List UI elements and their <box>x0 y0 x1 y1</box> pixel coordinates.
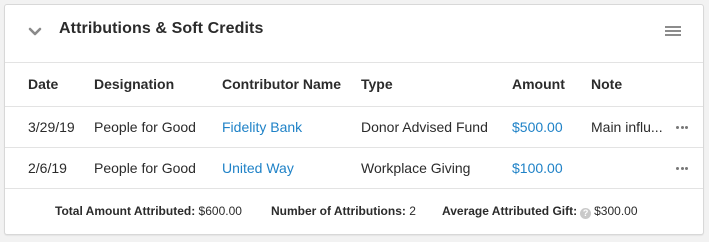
table-row: 3/29/19 People for Good Fidelity Bank Do… <box>5 107 703 148</box>
row-type: Donor Advised Fund <box>361 119 488 135</box>
row-note: Main influ... <box>591 119 663 135</box>
total-amount-summary: Total Amount Attributed: $600.00 <box>55 204 242 218</box>
question-circle-icon[interactable]: ? <box>580 208 592 219</box>
contributor-link[interactable]: Fidelity Bank <box>222 119 302 135</box>
column-header-note[interactable]: Note <box>591 76 671 92</box>
summary-footer: Total Amount Attributed: $600.00 Number … <box>5 189 703 238</box>
row-type: Workplace Giving <box>361 160 471 176</box>
column-header-designation[interactable]: Designation <box>94 76 174 92</box>
panel-header: Attributions & Soft Credits <box>5 5 703 63</box>
table-header-row: Date Designation Contributor Name Type A… <box>5 63 703 107</box>
contributor-link[interactable]: United Way <box>222 160 294 176</box>
chevron-down-icon[interactable] <box>27 24 43 40</box>
average-gift-label: Average Attributed Gift: <box>442 204 578 218</box>
attribution-count-label: Number of Attributions: <box>271 204 406 218</box>
row-actions-more-icon[interactable] <box>676 126 690 130</box>
row-actions-more-icon[interactable] <box>676 167 690 171</box>
column-header-amount[interactable]: Amount <box>512 76 565 92</box>
total-amount-value: $600.00 <box>198 204 242 218</box>
average-gift-value: $300.00 <box>594 204 638 218</box>
attribution-count-summary: Number of Attributions: 2 <box>271 204 416 218</box>
amount-link[interactable]: $500.00 <box>512 119 563 135</box>
attribution-count-value: 2 <box>409 204 416 218</box>
column-header-date[interactable]: Date <box>28 76 58 92</box>
column-header-contributor-name[interactable]: Contributor Name <box>222 76 341 92</box>
attributions-panel: Attributions & Soft Credits Date Designa… <box>4 4 704 235</box>
row-date: 3/29/19 <box>28 119 75 135</box>
amount-link[interactable]: $100.00 <box>512 160 563 176</box>
row-designation: People for Good <box>94 119 196 135</box>
column-header-type[interactable]: Type <box>361 76 393 92</box>
table-row: 2/6/19 People for Good United Way Workpl… <box>5 148 703 189</box>
row-date: 2/6/19 <box>28 160 67 176</box>
panel-title: Attributions & Soft Credits <box>59 20 264 37</box>
row-designation: People for Good <box>94 160 196 176</box>
hamburger-menu-icon[interactable] <box>665 26 681 38</box>
total-amount-label: Total Amount Attributed: <box>55 204 196 218</box>
average-gift-summary: Average Attributed Gift:? $300.00 <box>442 204 638 219</box>
